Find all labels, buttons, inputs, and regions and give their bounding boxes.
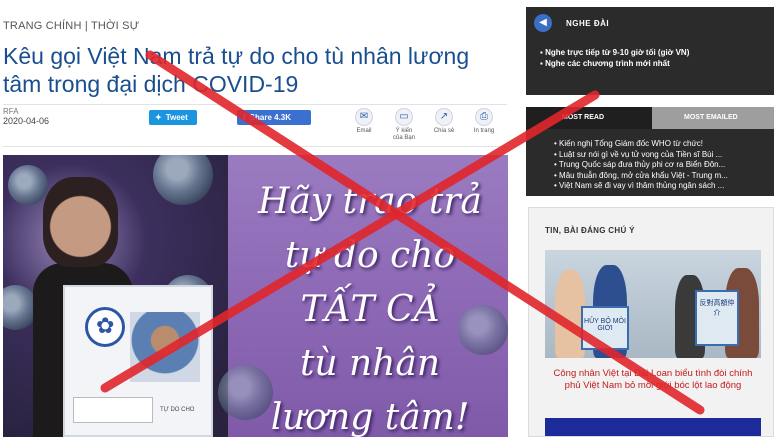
featured-box: TIN, BÀI ĐÁNG CHÚ Ý HỦY BỎ MÔI GIỚI 反對高額… [528, 207, 774, 437]
list-item[interactable]: Luật sư nói gì về vụ tử vong của Tiền sĩ… [554, 150, 728, 161]
divider [3, 146, 507, 147]
radio-links: Nghe trực tiếp từ 9-10 giờ tối (giờ VN) … [540, 47, 689, 69]
radio-header: ◀ NGHE ĐÀI [534, 14, 609, 32]
list-item[interactable]: Kiến nghị Tổng Giám đốc WHO từ chức! [554, 139, 728, 150]
prisoner-photo [130, 312, 200, 382]
tweet-label: Tweet [165, 113, 188, 122]
tweet-button[interactable]: ✦ Tweet [149, 110, 197, 125]
radio-link-live[interactable]: Nghe trực tiếp từ 9-10 giờ tối (giờ VN) [540, 47, 689, 58]
comment-action-label: Ý kiến của Bạn [392, 128, 416, 141]
print-action[interactable]: ⎙ In trang [470, 108, 498, 135]
list-item[interactable]: Mâu thuẫn đông, mở cửa khẩu Việt - Trung… [554, 171, 728, 182]
share-action[interactable]: ↗ Chia sẻ [430, 108, 458, 135]
article-title: Kêu gọi Việt Nam trả tự do cho tù nhân l… [3, 43, 470, 97]
facebook-icon: f [243, 113, 246, 122]
list-item[interactable]: Việt Nam sẽ đi vay vì thâm thủng ngân sá… [554, 181, 728, 192]
comment-action[interactable]: ▭ Ý kiến của Bạn [390, 108, 418, 142]
divider [3, 104, 507, 105]
mail-icon: ✉ [355, 108, 373, 126]
poster-slogan-line: TẤT CẢ [300, 289, 440, 330]
virus-graphic [8, 165, 48, 205]
poster-slogan-line: tù nhân [299, 343, 441, 384]
featured-title: TIN, BÀI ĐÁNG CHÚ Ý [545, 226, 635, 235]
share-action-label: Chia sẻ [433, 128, 455, 134]
protest-sign: HỦY BỎ MÔI GIỚI [581, 306, 629, 350]
article-source: RFA [3, 107, 19, 116]
share-icon: ↗ [435, 108, 453, 126]
comment-icon: ▭ [395, 108, 413, 126]
print-action-label: In trang [473, 128, 495, 134]
poster-slogan-line: lương tâm! [270, 397, 470, 437]
article-column: TRANG CHÍNH | THỜI SỰ Kêu gọi Việt Nam t… [0, 0, 512, 437]
article-meta: RFA 2020-04-06 [3, 107, 49, 126]
facebook-share-label: Share 4.3K [249, 113, 292, 122]
poster-slogan: Hãy trao trả tự do cho TẤT CẢ tù nhân lư… [235, 175, 505, 437]
email-action-label: Email [356, 128, 372, 134]
organization-logo-icon [85, 307, 125, 347]
featured-photo[interactable]: HỦY BỎ MÔI GIỚI 反對高額仲介 [545, 250, 761, 358]
hero-image: TỰ DO CHO Hãy trao trả tự do cho TẤT CẢ … [3, 155, 508, 437]
protest-sign: 反對高額仲介 [695, 290, 739, 346]
most-tabs: MOST READ MOST EMAILED [526, 107, 774, 129]
twitter-bird-icon: ✦ [155, 113, 162, 122]
radio-title: NGHE ĐÀI [566, 18, 610, 28]
poster-slogan-line: Hãy trao trả [257, 181, 483, 222]
most-read-panel: Kiến nghị Tổng Giám đốc WHO từ chức! Luậ… [526, 129, 774, 196]
tab-most-emailed[interactable]: MOST EMAILED [652, 107, 774, 129]
speaker-icon[interactable]: ◀ [534, 14, 552, 32]
sidebar: ◀ NGHE ĐÀI Nghe trực tiếp từ 9-10 giờ tố… [526, 0, 780, 437]
featured-caption-link[interactable]: Công nhân Việt tại Đài Loan biểu tình đò… [545, 368, 761, 392]
article-date: 2020-04-06 [3, 116, 50, 126]
list-item[interactable]: Trung Quốc sáp đưa thủy phi cơ ra Biển Đ… [554, 160, 728, 171]
next-featured-thumbnail[interactable] [545, 418, 761, 436]
email-action[interactable]: ✉ Email [350, 108, 378, 135]
poster-slogan-line: tự do cho [284, 235, 456, 276]
radio-box: ◀ NGHE ĐÀI Nghe trực tiếp từ 9-10 giờ tố… [526, 7, 774, 95]
facebook-share-button[interactable]: f Share 4.3K [237, 110, 311, 125]
radio-link-latest[interactable]: Nghe các chương trình mới nhất [540, 58, 689, 69]
most-read-list: Kiến nghị Tổng Giám đốc WHO từ chức! Luậ… [554, 139, 728, 192]
protest-placard: TỰ DO CHO [63, 285, 213, 437]
protester-face [43, 177, 118, 267]
tab-most-read[interactable]: MOST READ [526, 107, 652, 129]
placard-paper [73, 397, 153, 423]
print-icon: ⎙ [475, 108, 493, 126]
breadcrumb[interactable]: TRANG CHÍNH | THỜI SỰ [3, 20, 139, 32]
placard-caption: TỰ DO CHO [160, 407, 195, 413]
